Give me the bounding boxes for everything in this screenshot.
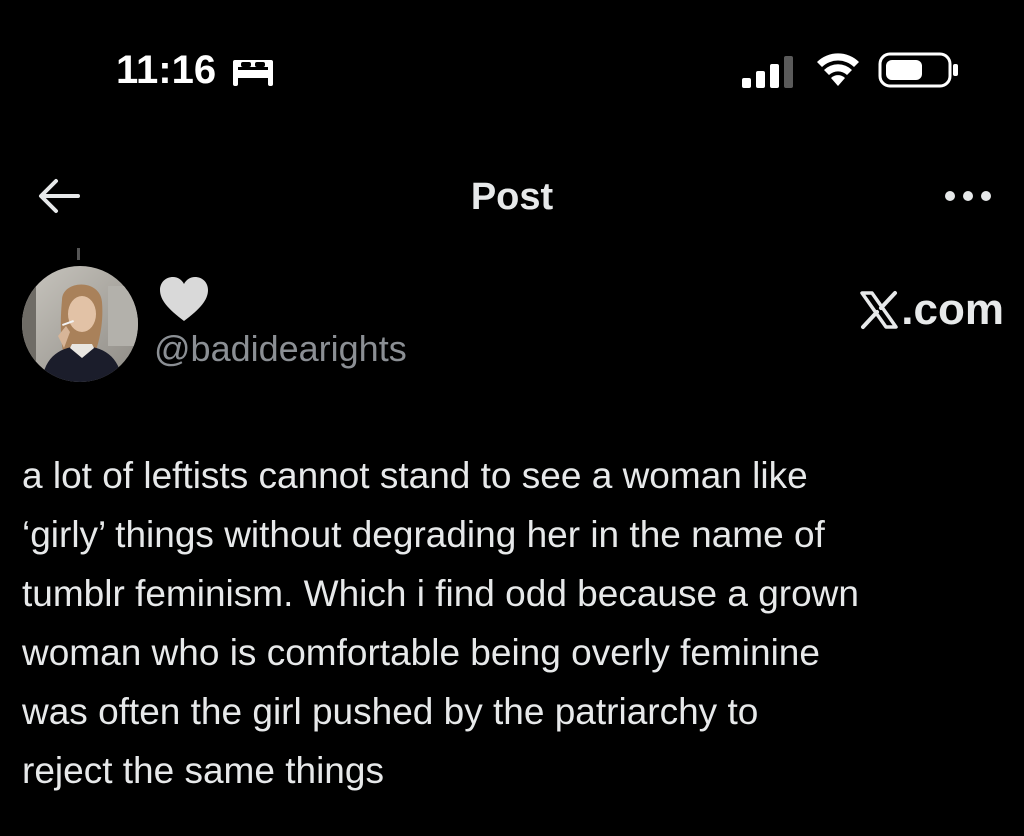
wifi-icon (817, 53, 859, 86)
more-options-icon[interactable] (944, 188, 992, 204)
post-text-line: was often the girl pushed by the patriar… (22, 691, 759, 732)
divider-mark (77, 248, 80, 260)
battery-icon (878, 52, 958, 88)
cellular-signal-icon (742, 56, 793, 88)
grey-heart-icon (160, 277, 208, 321)
post-screen: 11:16 Post @badidearights .com a lot of … (0, 0, 1024, 836)
post-text-line: reject the same things (22, 750, 384, 791)
x-logo-icon (860, 291, 899, 329)
site-badge: .com (859, 284, 1004, 336)
post-text-line: tumblr feminism. Which i find odd becaus… (22, 573, 859, 614)
page-title: Post (470, 176, 554, 218)
status-time: 11:16 (116, 48, 217, 92)
site-badge-text: .com (901, 285, 1004, 334)
post-text: a lot of leftists cannot stand to see a … (22, 446, 1024, 800)
post-text-line: woman who is comfortable being overly fe… (22, 632, 820, 673)
post-text-line: a lot of leftists cannot stand to see a … (22, 455, 808, 496)
avatar[interactable] (22, 266, 138, 382)
author-handle[interactable]: @badidearights (154, 326, 407, 372)
avatar-photo (22, 266, 138, 382)
bed-icon (233, 60, 273, 86)
post-text-line: ‘girly’ things without degrading her in … (22, 514, 825, 555)
